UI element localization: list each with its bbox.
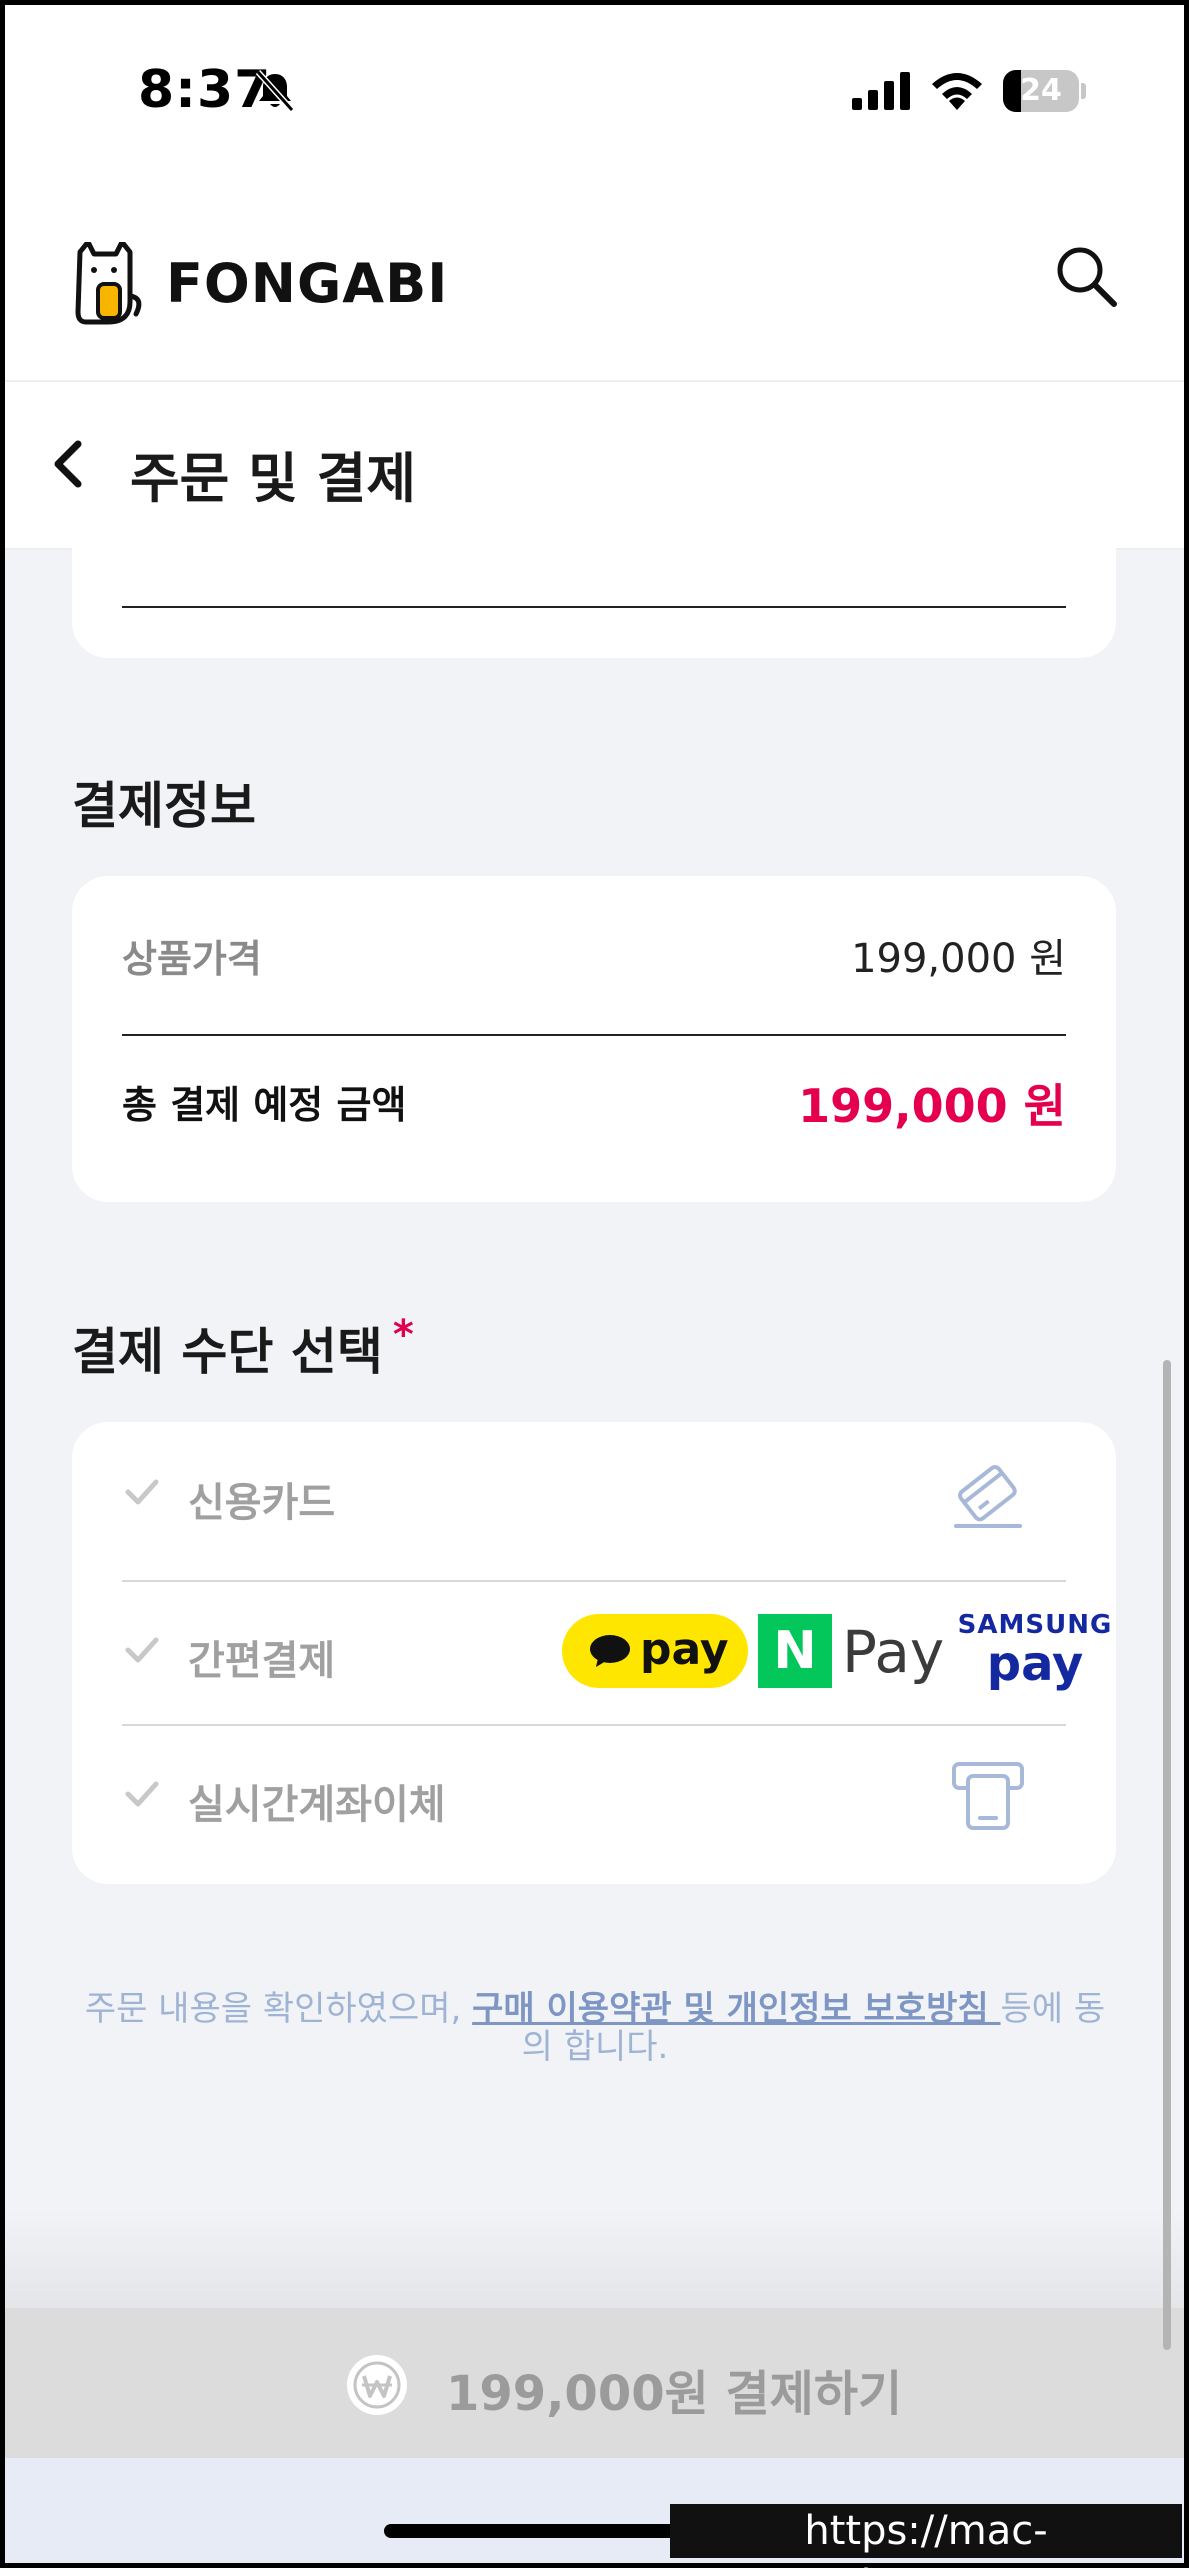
pay-button-label: 199,000원 결제하기 (446, 2366, 903, 2422)
terms-agreement: 주문 내용을 확인하였으며, 구매 이용약관 및 개인정보 보호방침 등에 동의… (80, 1990, 1110, 2066)
divider (122, 606, 1066, 608)
speech-bubble-icon (590, 1635, 630, 1667)
credit-card-icon (954, 1465, 1022, 1528)
payment-option-label: 신용카드 (188, 1480, 336, 1526)
kakao-pay-logo: pay (562, 1614, 748, 1688)
bell-slash-icon (255, 69, 295, 113)
order-content[interactable]: 결제정보 상품가격 199,000 원 총 결제 예정 금액 199,000 원… (0, 520, 1189, 2308)
divider (122, 1034, 1066, 1036)
scrollbar[interactable] (1163, 1360, 1171, 2350)
total-price-value: 199,000 원 (798, 1079, 1066, 1133)
payment-option-easy-pay[interactable]: 간편결제 pay N Pay SAMSUNG pay (122, 1580, 1111, 1724)
check-icon (125, 1781, 159, 1807)
content-fade (0, 2210, 1189, 2310)
payment-method-title-text: 결제 수단 선택 (72, 1323, 383, 1381)
terms-prefix: 주문 내용을 확인하였으며, (84, 1989, 473, 2029)
search-icon[interactable] (1050, 240, 1122, 312)
check-icon (125, 1637, 159, 1663)
brand-name[interactable]: FONGABI (166, 252, 448, 315)
atm-icon (952, 1762, 1024, 1830)
status-bar: 8:37 24 (0, 0, 1189, 190)
product-price-value: 199,000 원 (851, 936, 1066, 982)
naver-pay-logo: N (758, 1614, 832, 1688)
chevron-left-icon[interactable] (40, 426, 94, 502)
cellular-signal-icon (852, 72, 910, 110)
wifi-icon (932, 73, 982, 110)
check-icon (125, 1479, 159, 1505)
terms-link[interactable]: 구매 이용약관 및 개인정보 보호방침 (472, 1989, 1000, 2029)
payment-option-label: 간편결제 (188, 1638, 336, 1684)
app-header: FONGABI (0, 190, 1189, 382)
payment-method-card: 신용카드 간편결제 pay N Pay SAMSUNG pay 실시간계좌이체 (72, 1422, 1116, 1884)
watermark: https://mac-os.tistory.com (670, 2504, 1182, 2568)
product-price-label: 상품가격 (122, 937, 262, 981)
previous-section-card (72, 520, 1116, 658)
product-price-row: 상품가격 199,000 원 (122, 912, 1066, 992)
battery-indicator: 24 (1003, 70, 1086, 112)
naver-n-letter: N (773, 1621, 817, 1681)
total-price-label: 총 결제 예정 금액 (122, 1083, 407, 1127)
payment-option-label: 실시간계좌이체 (188, 1782, 446, 1828)
kakao-pay-text: pay (640, 1624, 729, 1675)
payment-option-bank-transfer[interactable]: 실시간계좌이체 (122, 1724, 1066, 1868)
battery-percent: 24 (1020, 73, 1062, 108)
pay-button[interactable]: 199,000원 결제하기 (0, 2308, 1189, 2458)
page-title: 주문 및 결제 (130, 447, 416, 510)
won-icon (347, 2355, 407, 2415)
payment-method-title: 결제 수단 선택 * (72, 1312, 414, 1384)
payment-info-title: 결제정보 (72, 777, 256, 835)
cat-logo-icon[interactable] (72, 242, 144, 326)
total-price-row: 총 결제 예정 금액 199,000 원 (122, 1058, 1066, 1138)
payment-info-card: 상품가격 199,000 원 총 결제 예정 금액 199,000 원 (72, 876, 1116, 1202)
required-mark: * (392, 1312, 414, 1358)
naver-pay-text: Pay (842, 1618, 945, 1686)
samsung-pay-bottom-text: pay (986, 1636, 1084, 1692)
payment-option-credit-card[interactable]: 신용카드 (122, 1422, 1066, 1566)
